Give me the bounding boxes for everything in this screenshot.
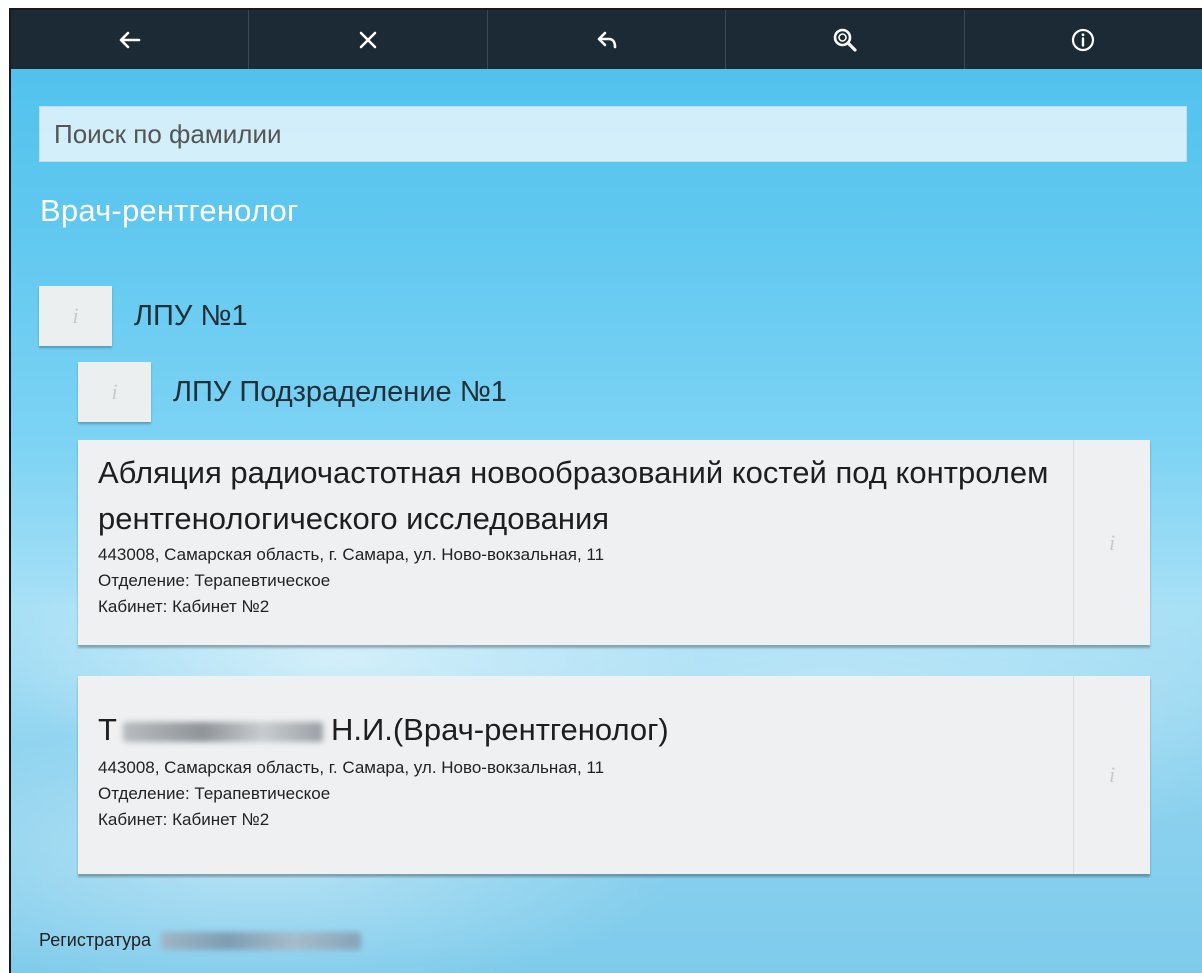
doctor-department: Отделение: Терапевтическое xyxy=(98,784,331,803)
reply-icon xyxy=(597,31,616,48)
search-button[interactable] xyxy=(726,10,965,69)
service-department: Отделение: Терапевтическое xyxy=(98,571,331,590)
info-glyph-icon: i xyxy=(1108,529,1116,555)
doctor-card[interactable]: Т Н.И.(Врач-рентгенолог) 443008, Самарска… xyxy=(78,676,1150,874)
redacted-registry-phone xyxy=(160,931,361,950)
doctor-name-prefix: Т xyxy=(98,712,117,747)
doctor-address: 443008, Самарская область, г. Самара, ул… xyxy=(98,758,605,777)
search-icon xyxy=(833,28,857,52)
info-icon xyxy=(1072,28,1095,51)
subdivision-label[interactable]: ЛПУ Подзраделение №1 xyxy=(173,376,507,409)
service-card-body[interactable]: Абляция радиочастотная новообразований к… xyxy=(78,440,1074,645)
doctor-cabinet: Кабинет: Кабинет №2 xyxy=(98,810,270,829)
service-address: 443008, Самарская область, г. Самара, ул… xyxy=(98,545,605,564)
registry-footer: Регистратура xyxy=(39,930,361,951)
doctor-name: Т Н.И.(Врач-рентгенолог) xyxy=(98,707,1053,753)
top-toolbar xyxy=(11,10,1202,69)
subdivision-info-button[interactable]: i xyxy=(78,362,151,422)
reply-button[interactable] xyxy=(488,10,727,69)
service-card[interactable]: Абляция радиочастотная новообразований к… xyxy=(78,440,1150,645)
doctor-card-body[interactable]: Т Н.И.(Врач-рентгенолог) 443008, Самарска… xyxy=(78,676,1074,874)
subdivision-row: i ЛПУ Подзраделение №1 xyxy=(78,362,507,422)
info-glyph-icon: i xyxy=(72,303,79,328)
close-icon xyxy=(359,31,377,48)
specialty-title: Врач-рентгенолог xyxy=(40,193,299,228)
redacted-surname xyxy=(122,721,323,742)
back-arrow-icon xyxy=(119,31,141,48)
service-title: Абляция радиочастотная новообразований к… xyxy=(98,455,1049,536)
app-window: Врач-рентгенолог i ЛПУ №1 i ЛПУ Подзраде… xyxy=(9,8,1202,973)
doctor-name-suffix: Н.И.(Врач-рентгенолог) xyxy=(330,712,669,747)
service-info-button[interactable]: i xyxy=(1074,440,1150,645)
back-button[interactable] xyxy=(11,10,250,69)
info-button[interactable] xyxy=(965,10,1202,69)
doctor-info-button[interactable]: i xyxy=(1074,676,1150,874)
lpu-label[interactable]: ЛПУ №1 xyxy=(134,300,248,333)
surname-search-input[interactable] xyxy=(39,106,1187,162)
info-glyph-icon: i xyxy=(1108,762,1116,787)
close-button[interactable] xyxy=(249,10,488,69)
lpu-info-button[interactable]: i xyxy=(39,286,112,346)
service-cabinet: Кабинет: Кабинет №2 xyxy=(98,597,270,616)
registry-label: Регистратура xyxy=(39,930,151,950)
lpu-row: i ЛПУ №1 xyxy=(39,286,248,346)
info-glyph-icon: i xyxy=(111,379,118,404)
